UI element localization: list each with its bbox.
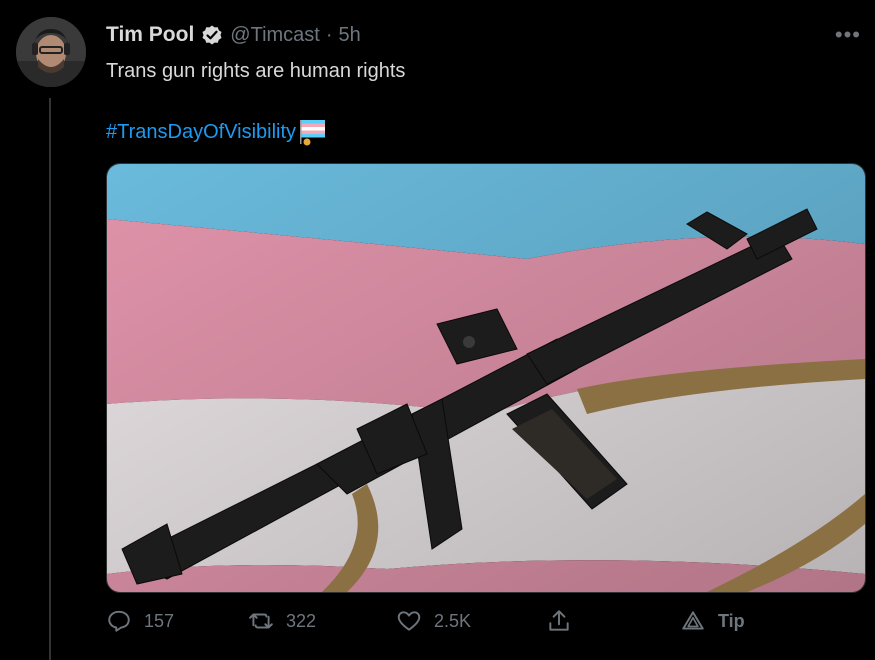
- tip-button[interactable]: Tip: [680, 608, 745, 634]
- thread-line: [49, 98, 51, 660]
- share-button[interactable]: [546, 608, 572, 634]
- hashtag-line: #TransDayOfVisibility: [106, 118, 328, 146]
- tweet-media-image[interactable]: [106, 163, 866, 593]
- heart-icon: [397, 611, 421, 631]
- tweet-text: Trans gun rights are human rights: [106, 60, 406, 82]
- retweet-count: 322: [286, 610, 317, 631]
- reply-button[interactable]: 157: [106, 608, 174, 634]
- more-options-icon[interactable]: •••: [835, 22, 861, 48]
- rifle-on-flag-image: [107, 164, 865, 592]
- hashtag-link[interactable]: #TransDayOfVisibility: [106, 121, 296, 144]
- transgender-flag-emoji-icon: [298, 118, 328, 146]
- retweet-button[interactable]: 322: [248, 608, 316, 634]
- tweet-actions: 157 322 2.5K Tip: [106, 608, 766, 640]
- reply-count: 157: [144, 610, 175, 631]
- like-button[interactable]: 2.5K: [396, 608, 471, 634]
- tweet-timestamp[interactable]: 5h: [339, 24, 361, 47]
- reply-icon: [108, 610, 130, 632]
- separator-dot: ·: [325, 23, 333, 46]
- author-avatar[interactable]: [16, 17, 86, 87]
- tweet-header: Tim Pool @Timcast · 5h: [106, 22, 361, 48]
- avatar-image: [16, 17, 86, 87]
- author-handle[interactable]: @Timcast: [230, 24, 320, 47]
- tip-label: Tip: [718, 610, 745, 631]
- author-name[interactable]: Tim Pool: [106, 23, 194, 47]
- tip-icon: [682, 611, 704, 630]
- like-count: 2.5K: [434, 610, 472, 631]
- verified-badge-icon: [200, 23, 224, 47]
- share-icon: [549, 610, 569, 631]
- retweet-icon: [249, 613, 273, 629]
